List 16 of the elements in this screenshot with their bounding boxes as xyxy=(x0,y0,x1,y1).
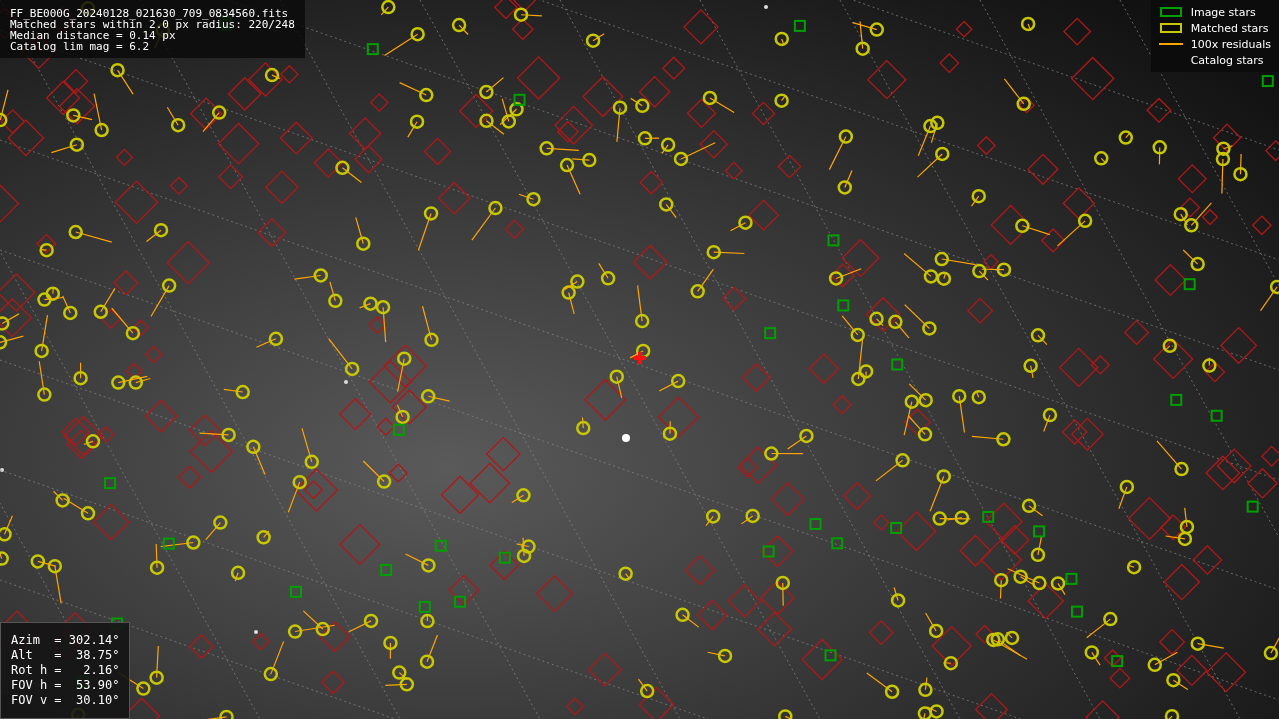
legend-label: Image stars xyxy=(1190,5,1256,19)
legend-swatch-icon xyxy=(1159,23,1182,33)
info-text: Matched stars within 2.0 px radius: 220/248 xyxy=(10,19,295,30)
pointing-text: Azim = 302.14° xyxy=(11,633,120,648)
info-text: FF_BE000G_20240128_021630_709_0834560.fits xyxy=(10,8,290,19)
legend-line-icon xyxy=(1158,43,1183,45)
legend-label: Matched stars xyxy=(1190,21,1269,35)
legend-swatch-icon xyxy=(1159,7,1182,17)
pointing-text: FOV h = 53.90° xyxy=(11,678,120,693)
pointing-text: Alt = 38.75° xyxy=(11,648,120,663)
pointing-text: Rot h = 2.16° xyxy=(11,663,120,678)
info-text: Catalog lim mag = 6.2 xyxy=(10,41,151,52)
legend-label: Catalog stars xyxy=(1190,53,1264,67)
pointing-text: FOV v = 30.10° xyxy=(11,693,120,708)
info-text: Median distance = 0.14 px xyxy=(10,30,176,41)
legend-label: 100x residuals xyxy=(1190,37,1271,51)
